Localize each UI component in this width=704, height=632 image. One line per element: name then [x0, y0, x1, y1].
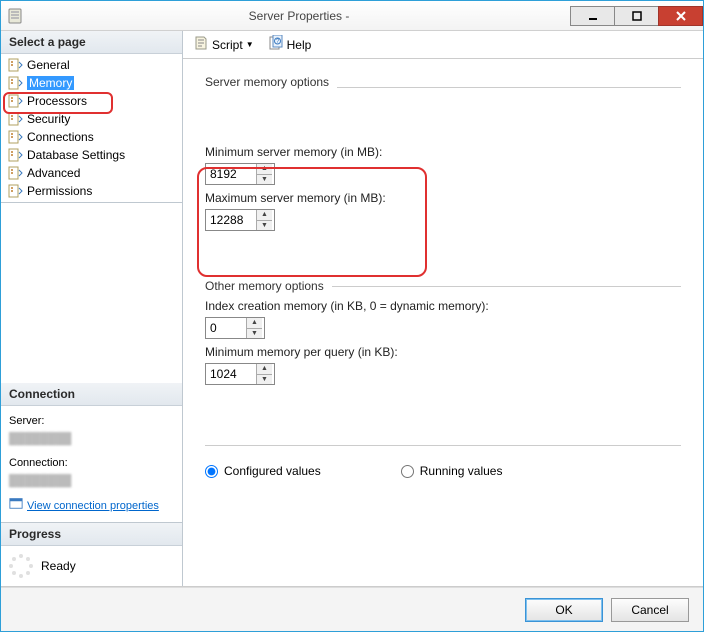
script-icon	[193, 35, 209, 54]
sidebar-page-processors[interactable]: Processors	[1, 92, 182, 110]
min-query-memory-label: Minimum memory per query (in KB):	[205, 345, 681, 359]
page-label: Processors	[27, 94, 87, 108]
toolbar: Script ▼ ? Help	[183, 31, 703, 59]
min-query-memory-field[interactable]	[206, 364, 256, 384]
sidebar-page-permissions[interactable]: Permissions	[1, 182, 182, 200]
page-label: Database Settings	[27, 148, 125, 162]
progress-header: Progress	[1, 523, 182, 546]
spin-up-icon[interactable]: ▲	[257, 210, 272, 221]
page-icon	[7, 183, 23, 199]
spin-down-icon[interactable]: ▼	[257, 375, 272, 385]
maximize-button[interactable]	[614, 6, 659, 26]
server-memory-header: Server memory options	[205, 75, 329, 89]
page-label: Advanced	[27, 166, 80, 180]
close-button[interactable]	[658, 6, 703, 26]
page-label: General	[27, 58, 70, 72]
page-icon	[7, 165, 23, 181]
spin-up-icon[interactable]: ▲	[257, 164, 272, 175]
configured-values-radio[interactable]: Configured values	[205, 464, 321, 478]
sidebar-page-security[interactable]: Security	[1, 110, 182, 128]
page-label: Memory	[27, 76, 74, 90]
progress-status: Ready	[1, 546, 182, 586]
titlebar[interactable]: Server Properties -	[1, 1, 703, 31]
page-icon	[7, 75, 23, 91]
page-icon	[7, 57, 23, 73]
page-list: General Memory Processors Security Connectio…	[1, 54, 182, 202]
content-area: Server memory options Minimum server mem…	[183, 59, 703, 586]
spin-down-icon[interactable]: ▼	[247, 329, 262, 339]
select-page-header: Select a page	[1, 31, 182, 54]
connection-label: Connection:	[9, 454, 174, 472]
dialog-footer: OK Cancel	[1, 587, 703, 631]
min-memory-label: Minimum server memory (in MB):	[205, 145, 681, 159]
window-title: Server Properties -	[27, 9, 571, 23]
min-memory-field[interactable]	[206, 164, 256, 184]
min-query-memory-input[interactable]: ▲▼	[205, 363, 275, 385]
minimize-button[interactable]	[570, 6, 615, 26]
page-icon	[7, 129, 23, 145]
min-memory-input[interactable]: ▲▼	[205, 163, 275, 185]
sidebar-page-connections[interactable]: Connections	[1, 128, 182, 146]
spin-up-icon[interactable]: ▲	[257, 364, 272, 375]
app-icon	[7, 8, 23, 24]
sidebar: Select a page General Memory Processors Sec…	[1, 31, 183, 586]
ready-label: Ready	[41, 559, 76, 573]
main-panel: Script ▼ ? Help Server memory options Mi…	[183, 31, 703, 586]
separator	[205, 445, 681, 446]
sidebar-page-advanced[interactable]: Advanced	[1, 164, 182, 182]
sidebar-page-memory[interactable]: Memory	[1, 74, 182, 92]
sidebar-page-database-settings[interactable]: Database Settings	[1, 146, 182, 164]
page-label: Connections	[27, 130, 94, 144]
server-value: ████████	[9, 430, 174, 448]
spin-down-icon[interactable]: ▼	[257, 175, 272, 185]
max-memory-input[interactable]: ▲▼	[205, 209, 275, 231]
view-connection-properties-link[interactable]: View connection properties	[9, 496, 174, 516]
index-memory-label: Index creation memory (in KB, 0 = dynami…	[205, 299, 681, 313]
sidebar-page-general[interactable]: General	[1, 56, 182, 74]
connection-value: ████████	[9, 472, 174, 490]
cancel-button[interactable]: Cancel	[611, 598, 689, 622]
page-icon	[7, 111, 23, 127]
help-button[interactable]: ? Help	[264, 33, 316, 56]
spin-down-icon[interactable]: ▼	[257, 221, 272, 231]
progress-spinner-icon	[7, 552, 35, 580]
help-icon: ?	[268, 35, 284, 54]
dropdown-arrow-icon: ▼	[246, 40, 254, 49]
link-icon	[9, 496, 23, 516]
ok-button[interactable]: OK	[525, 598, 603, 622]
max-memory-label: Maximum server memory (in MB):	[205, 191, 681, 205]
running-values-radio[interactable]: Running values	[401, 464, 503, 478]
index-memory-input[interactable]: ▲▼	[205, 317, 265, 339]
page-icon	[7, 147, 23, 163]
connection-header: Connection	[1, 383, 182, 406]
other-memory-header: Other memory options	[205, 279, 324, 293]
index-memory-field[interactable]	[206, 318, 246, 338]
connection-info: Server: ████████ Connection: ████████ Vi…	[1, 406, 182, 522]
page-icon	[7, 93, 23, 109]
spin-up-icon[interactable]: ▲	[247, 318, 262, 329]
page-label: Security	[27, 112, 70, 126]
script-button[interactable]: Script ▼	[189, 33, 258, 56]
max-memory-field[interactable]	[206, 210, 256, 230]
page-label: Permissions	[27, 184, 92, 198]
server-label: Server:	[9, 412, 174, 430]
server-properties-window: Server Properties - Select a page Genera…	[0, 0, 704, 632]
